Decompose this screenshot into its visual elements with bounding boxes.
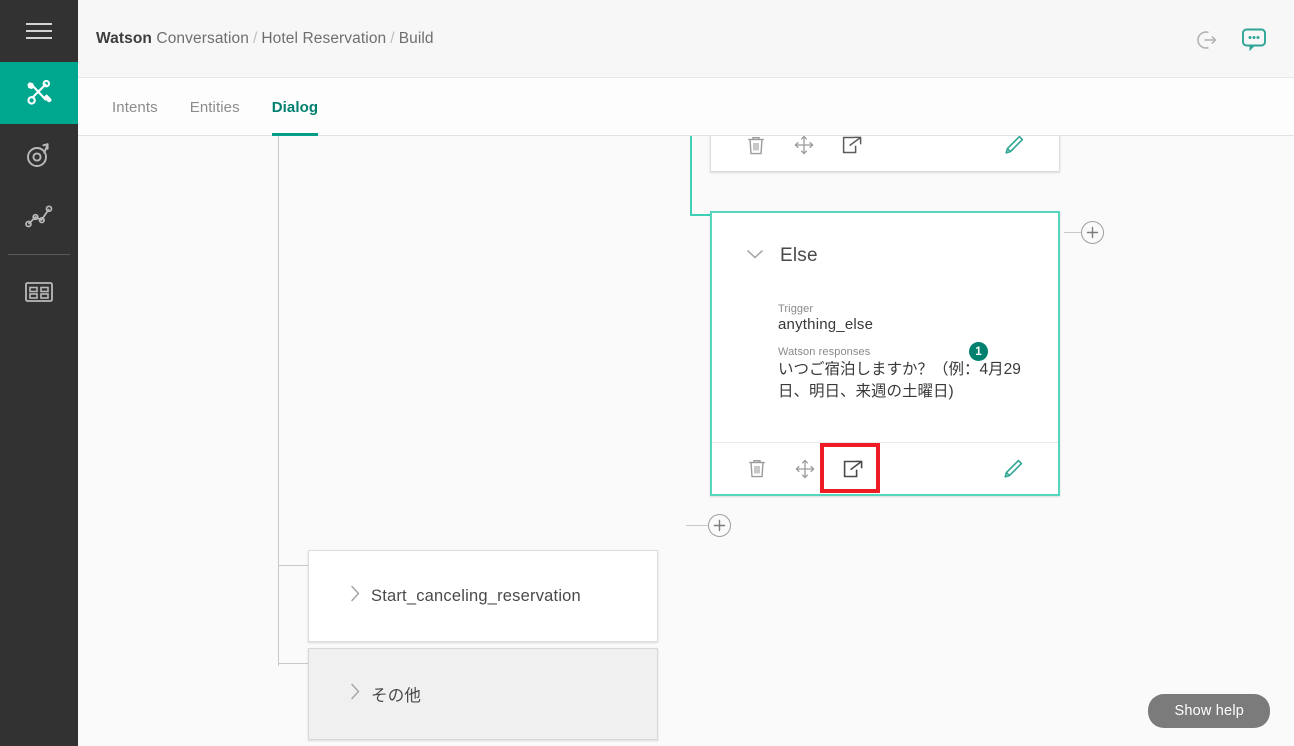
node-header-else[interactable]: Else: [746, 245, 818, 267]
breadcrumb-section[interactable]: Build: [399, 30, 434, 47]
selected-branch-spine: [690, 136, 692, 216]
edit-pencil-icon[interactable]: [996, 452, 1030, 486]
tab-bar: Intents Entities Dialog: [78, 78, 1294, 136]
app-header: Watson Conversation / Hotel Reservation / Bu…: [78, 0, 1294, 78]
tree-branch-to-node-2: [278, 663, 308, 664]
add-below-connector: [686, 525, 708, 526]
tab-entities[interactable]: Entities: [174, 78, 256, 136]
sidebar-item-menu[interactable]: [0, 0, 78, 62]
build-tools-icon: [24, 78, 54, 108]
show-help-label: Show help: [1174, 703, 1244, 719]
selected-branch-connector: [690, 214, 712, 216]
node-label-start-canceling-reservation: Start_canceling_reservation: [371, 586, 581, 605]
left-nav-rail: [0, 0, 78, 746]
add-node-right-button[interactable]: [1081, 221, 1104, 244]
chevron-down-icon[interactable]: [746, 247, 764, 265]
trigger-value: anything_else: [778, 316, 874, 333]
node-title-else: Else: [780, 245, 818, 266]
dialog-node-card-previous[interactable]: [710, 136, 1060, 172]
header-actions: [1196, 26, 1268, 54]
dialog-canvas: Else Trigger anything_else Watson respon…: [78, 136, 1294, 746]
sidebar-item-improve[interactable]: [0, 186, 78, 248]
responses-label: Watson responses: [778, 346, 871, 358]
sidebar-item-deploy[interactable]: [0, 124, 78, 186]
deploy-icon: [24, 140, 54, 170]
breadcrumb-workspace[interactable]: Hotel Reservation: [261, 30, 386, 47]
breadcrumb-separator-2: /: [390, 30, 395, 47]
plus-icon: [1086, 226, 1099, 239]
breadcrumb-separator-1: /: [252, 30, 258, 47]
move-icon[interactable]: [787, 136, 821, 162]
tab-intents-label: Intents: [112, 98, 158, 116]
node-action-bar-else: [712, 442, 1058, 494]
tree-branch-to-node-1: [278, 565, 308, 566]
plus-icon: [713, 519, 726, 532]
tab-intents[interactable]: Intents: [96, 78, 174, 136]
chevron-right-icon[interactable]: [349, 683, 361, 706]
chevron-right-icon[interactable]: [349, 585, 361, 608]
dialog-node-card-start-canceling-reservation[interactable]: Start_canceling_reservation: [308, 550, 658, 642]
tree-spine-vertical: [278, 136, 279, 666]
responses-block: Watson responses 1 いつご宿泊しますか？（例：4月29日、明日…: [778, 342, 1034, 404]
edit-pencil-icon[interactable]: [997, 136, 1031, 162]
delete-icon[interactable]: [740, 452, 774, 486]
tab-dialog[interactable]: Dialog: [256, 78, 334, 136]
tab-entities-label: Entities: [189, 98, 240, 116]
jump-to-icon[interactable]: [836, 452, 870, 486]
add-right-connector: [1064, 232, 1082, 233]
node-body-else: Trigger anything_else Watson responses 1…: [778, 303, 1034, 404]
breadcrumb: Watson Conversation / Hotel Reservation / Bu…: [96, 30, 434, 48]
breadcrumb-product-rest[interactable]: Conversation: [152, 30, 249, 47]
dialog-node-card-sonota[interactable]: その他: [308, 648, 658, 740]
menu-icon: [26, 22, 52, 40]
jump-to-icon[interactable]: [835, 136, 869, 162]
apps-grid-icon: [25, 282, 53, 302]
add-node-below-button[interactable]: [708, 514, 731, 537]
application-window: Watson Conversation / Hotel Reservation / Bu…: [0, 0, 1294, 746]
tab-dialog-label: Dialog: [271, 98, 319, 116]
trigger-label: Trigger: [778, 303, 814, 315]
responses-count-badge: 1: [969, 342, 988, 361]
chat-bubble-icon[interactable]: [1240, 26, 1268, 54]
move-icon[interactable]: [788, 452, 822, 486]
node-action-bar-previous: [711, 136, 1059, 171]
delete-icon[interactable]: [739, 136, 773, 162]
dialog-node-card-else[interactable]: Else Trigger anything_else Watson respon…: [710, 211, 1060, 496]
sidebar-item-build[interactable]: [0, 62, 78, 124]
sidebar-item-apps[interactable]: [0, 261, 78, 323]
show-help-button[interactable]: Show help: [1148, 694, 1270, 728]
breadcrumb-product[interactable]: Watson: [96, 30, 152, 47]
improve-icon: [24, 203, 54, 231]
responses-text: いつご宿泊しますか？（例：4月29日、明日、来週の土曜日): [778, 361, 1021, 401]
rail-divider: [8, 254, 70, 255]
logout-icon[interactable]: [1196, 29, 1218, 51]
